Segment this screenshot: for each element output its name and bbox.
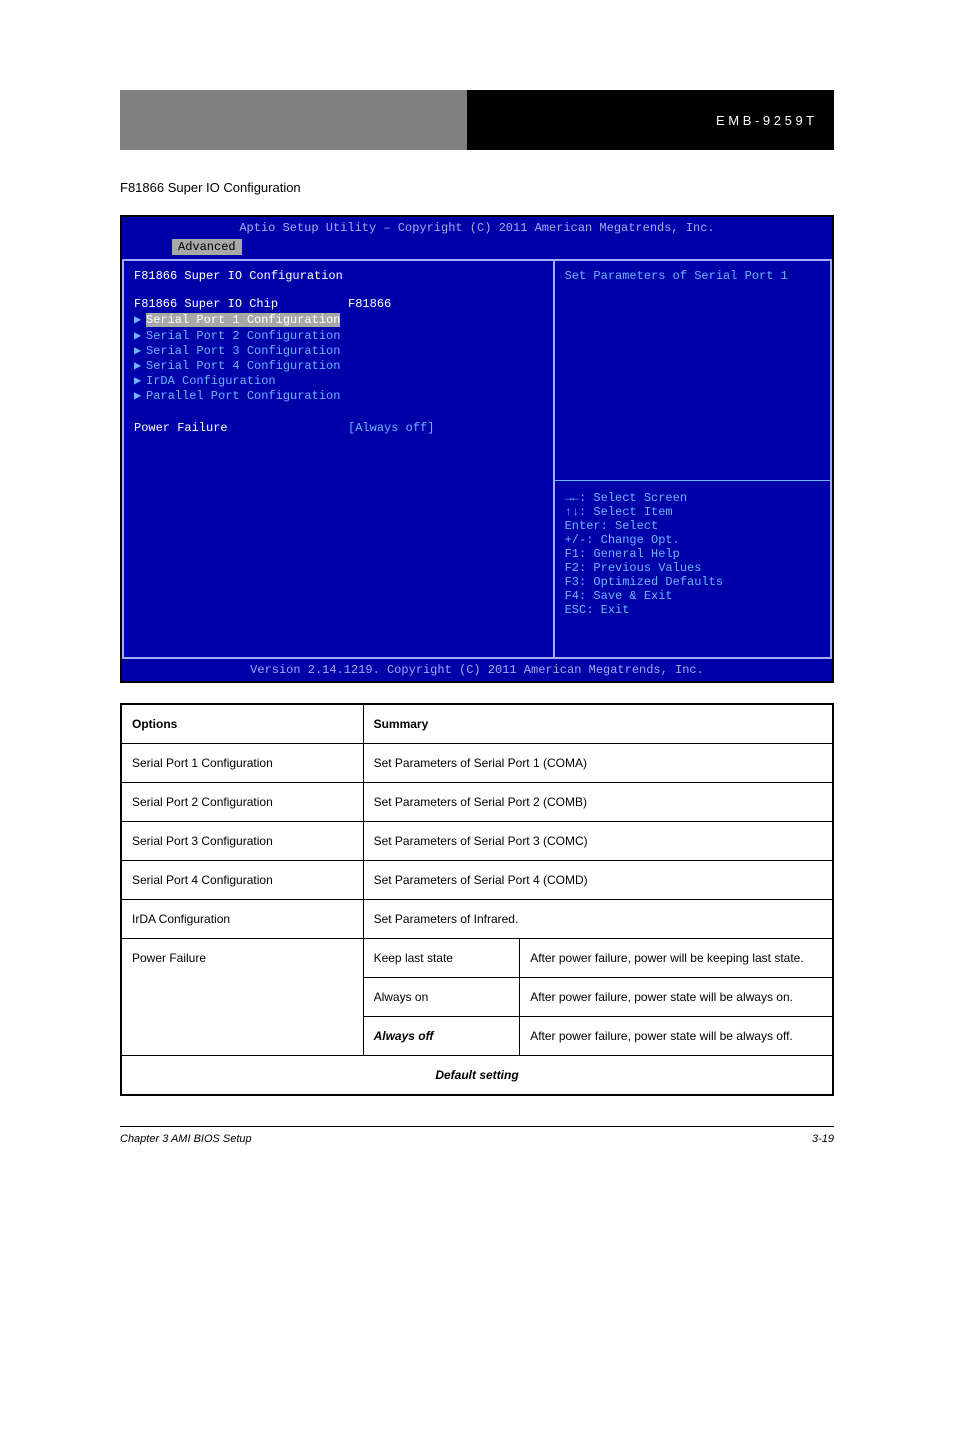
submenu-item[interactable]: ▶Serial Port 2 Configuration — [134, 328, 543, 343]
table-header-row: Options Summary — [121, 704, 833, 744]
table-row: IrDA Configuration Set Parameters of Inf… — [121, 900, 833, 939]
desc-cell: After power failure, power state will be… — [520, 1017, 833, 1056]
summary-cell: Set Parameters of Serial Port 2 (COMB) — [363, 783, 833, 822]
table-row: Serial Port 1 Configuration Set Paramete… — [121, 744, 833, 783]
bios-left-pane: F81866 Super IO Configuration F81866 Sup… — [122, 259, 553, 659]
chip-label: F81866 Super IO Chip — [134, 297, 348, 311]
summary-cell: Set Parameters of Serial Port 3 (COMC) — [363, 822, 833, 861]
footer-right: 3-19 — [812, 1133, 834, 1145]
chevron-right-icon: ▶ — [134, 312, 146, 327]
value-cell: Always on — [363, 978, 520, 1017]
submenu-item[interactable]: ▶Serial Port 3 Configuration — [134, 343, 543, 358]
bios-page-heading: F81866 Super IO Configuration — [134, 269, 543, 283]
bios-right-pane: Set Parameters of Serial Port 1 →←: Sele… — [553, 259, 832, 659]
submenu-label: Serial Port 2 Configuration — [146, 329, 340, 343]
power-failure-row[interactable]: Power Failure [Always off] — [134, 421, 543, 435]
chevron-right-icon: ▶ — [134, 388, 146, 403]
bios-tabs: Advanced — [122, 239, 832, 259]
key-line: ↑↓: Select Item — [565, 505, 820, 519]
key-line: F3: Optimized Defaults — [565, 575, 820, 589]
footer-left: Chapter 3 AMI BIOS Setup — [120, 1133, 252, 1145]
header-right-block: E M B - 9 2 5 9 T — [467, 90, 834, 150]
submenu-label: Serial Port 3 Configuration — [146, 344, 340, 358]
key-line: ESC: Exit — [565, 603, 820, 617]
chevron-right-icon: ▶ — [134, 328, 146, 343]
table-row: Serial Port 4 Configuration Set Paramete… — [121, 861, 833, 900]
key-line: +/-: Change Opt. — [565, 533, 820, 547]
header-summary: Summary — [363, 704, 833, 744]
key-line: →←: Select Screen — [565, 491, 820, 505]
option-cell: Serial Port 1 Configuration — [121, 744, 363, 783]
bios-body: F81866 Super IO Configuration F81866 Sup… — [122, 259, 832, 659]
summary-cell: Set Parameters of Serial Port 1 (COMA) — [363, 744, 833, 783]
desc-cell: After power failure, power will be keepi… — [520, 939, 833, 978]
chevron-right-icon: ▶ — [134, 343, 146, 358]
option-cell: Serial Port 4 Configuration — [121, 861, 363, 900]
help-text: Set Parameters of Serial Port 1 — [565, 269, 820, 283]
divider — [555, 480, 830, 481]
table-row-legend: Default setting — [121, 1056, 833, 1096]
option-cell: Power Failure — [121, 939, 363, 1056]
bios-screen: Aptio Setup Utility – Copyright (C) 2011… — [120, 215, 834, 683]
value-cell: Keep last state — [363, 939, 520, 978]
submenu-item[interactable]: ▶IrDA Configuration — [134, 373, 543, 388]
table-row: Power Failure Keep last state After powe… — [121, 939, 833, 978]
key-line: Enter: Select — [565, 519, 820, 533]
chip-row: F81866 Super IO Chip F81866 — [134, 297, 543, 311]
desc-cell: After power failure, power state will be… — [520, 978, 833, 1017]
submenu-item[interactable]: ▶Parallel Port Configuration — [134, 388, 543, 403]
bios-footer: Version 2.14.1219. Copyright (C) 2011 Am… — [122, 659, 832, 681]
option-cell: IrDA Configuration — [121, 900, 363, 939]
option-cell: Serial Port 2 Configuration — [121, 783, 363, 822]
page-header: E M B - 9 2 5 9 T — [120, 90, 834, 150]
key-help: →←: Select Screen ↑↓: Select Item Enter:… — [565, 472, 820, 617]
section-title: F81866 Super IO Configuration — [120, 180, 834, 195]
power-failure-label: Power Failure — [134, 421, 348, 435]
option-cell: Serial Port 3 Configuration — [121, 822, 363, 861]
spacer — [134, 403, 543, 421]
header-options: Options — [121, 704, 363, 744]
page-footer: Chapter 3 AMI BIOS Setup 3-19 — [120, 1126, 834, 1145]
power-failure-value: [Always off] — [348, 421, 543, 435]
table-row: Serial Port 2 Configuration Set Paramete… — [121, 783, 833, 822]
header-left-block — [120, 90, 467, 150]
default-legend-cell: Default setting — [121, 1056, 833, 1096]
summary-cell: Set Parameters of Serial Port 4 (COMD) — [363, 861, 833, 900]
bios-title-bar: Aptio Setup Utility – Copyright (C) 2011… — [122, 217, 832, 239]
chip-value: F81866 — [348, 297, 543, 311]
value-cell: Always off — [363, 1017, 520, 1056]
table-row: Serial Port 3 Configuration Set Paramete… — [121, 822, 833, 861]
submenu-item[interactable]: ▶Serial Port 4 Configuration — [134, 358, 543, 373]
submenu-label: Serial Port 1 Configuration — [146, 313, 340, 327]
options-table: Options Summary Serial Port 1 Configurat… — [120, 703, 834, 1096]
submenu-item[interactable]: ▶Serial Port 1 Configuration — [134, 312, 543, 328]
submenu-label: Parallel Port Configuration — [146, 389, 340, 403]
chevron-right-icon: ▶ — [134, 358, 146, 373]
key-line: F4: Save & Exit — [565, 589, 820, 603]
tab-advanced[interactable]: Advanced — [172, 239, 242, 255]
submenu-label: IrDA Configuration — [146, 374, 276, 388]
chevron-right-icon: ▶ — [134, 373, 146, 388]
summary-cell: Set Parameters of Infrared. — [363, 900, 833, 939]
key-line: F2: Previous Values — [565, 561, 820, 575]
submenu-label: Serial Port 4 Configuration — [146, 359, 340, 373]
product-code: E M B - 9 2 5 9 T — [716, 113, 814, 128]
key-line: F1: General Help — [565, 547, 820, 561]
